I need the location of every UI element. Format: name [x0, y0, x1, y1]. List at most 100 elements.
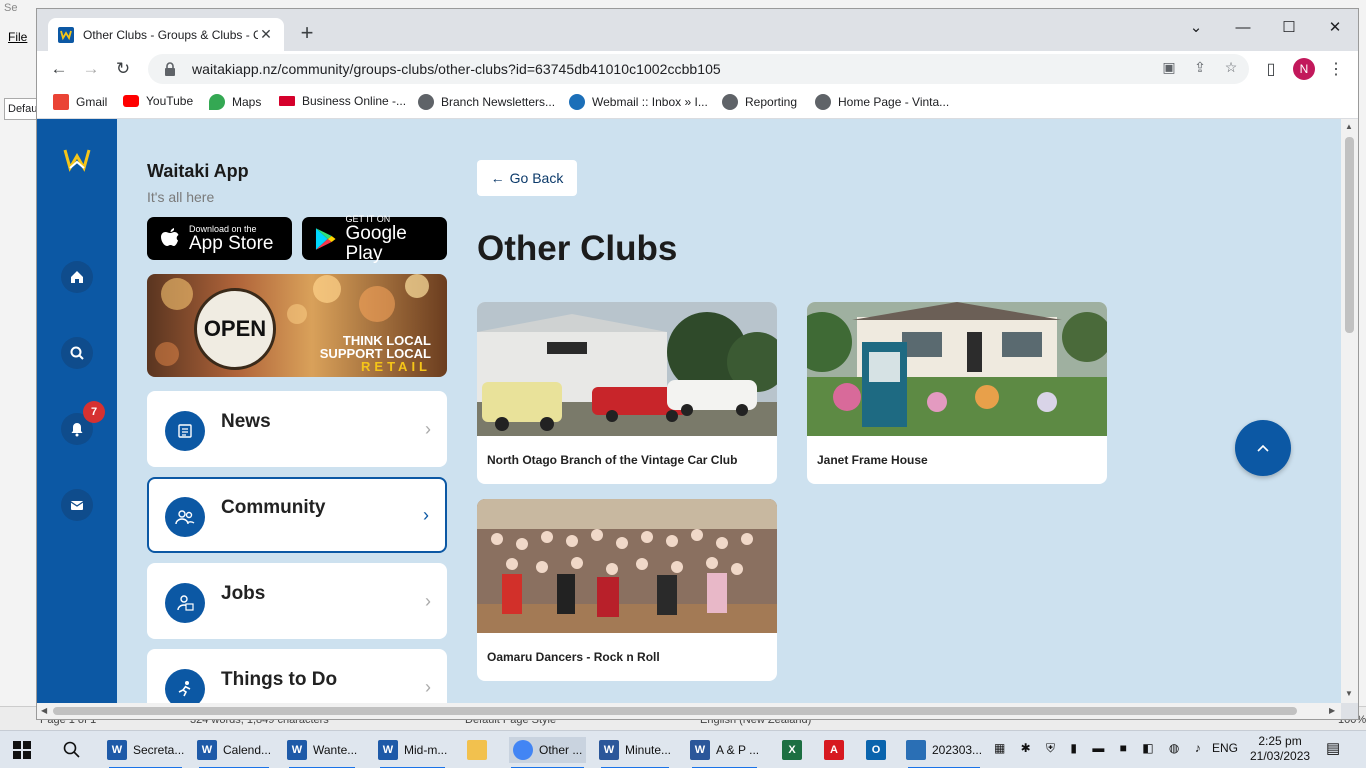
globe-icon: [418, 94, 434, 110]
vintage-cars-image: [477, 302, 777, 436]
club-card[interactable]: North Otago Branch of the Vintage Car Cl…: [477, 302, 777, 484]
share-icon[interactable]: ⇪: [1191, 58, 1209, 76]
chrome-menu-icon[interactable]: ⋮: [1326, 60, 1346, 80]
waitaki-logo-icon[interactable]: [63, 146, 91, 172]
clock-time: 2:25 pm: [1258, 734, 1302, 748]
bookmark-label: Reporting: [745, 95, 798, 109]
background-style-box[interactable]: Defau: [4, 98, 38, 120]
home-icon[interactable]: [61, 261, 93, 293]
bookmark-business-online[interactable]: Business Online -...: [279, 94, 406, 108]
windows-taskbar: W Secreta... W Calend... W Wante... W Mid-m.…: [0, 730, 1366, 768]
taskbar-item[interactable]: W Mid-m...: [378, 737, 447, 768]
notification-center-icon[interactable]: ▤: [1326, 739, 1340, 757]
taskbar-label: A & P ...: [716, 743, 760, 757]
vertical-scroll-thumb[interactable]: [1345, 137, 1354, 333]
minimize-icon[interactable]: —: [1228, 15, 1258, 41]
go-back-label: Go Back: [509, 170, 564, 186]
taskbar-item[interactable]: W A & P ...: [690, 737, 760, 768]
new-tab-icon[interactable]: +: [296, 22, 318, 44]
blocked-popup-icon[interactable]: ▣: [1160, 58, 1178, 76]
profile-avatar[interactable]: N: [1293, 58, 1315, 80]
bookmarks-bar: Gmail YouTube Maps Business Online -... …: [37, 87, 1358, 119]
taskbar-label: Wante...: [313, 743, 358, 757]
jobs-icon: [165, 583, 205, 623]
youtube-icon: [123, 95, 139, 107]
scroll-right-icon[interactable]: ▶: [1329, 706, 1335, 715]
taskbar-search-icon[interactable]: [62, 737, 82, 763]
background-window-title: Se: [4, 2, 18, 14]
taskbar-item[interactable]: W Secreta...: [107, 737, 184, 768]
club-name: Oamaru Dancers - Rock n Roll: [487, 650, 660, 664]
appstore-small-text: Download on the: [189, 223, 257, 234]
browser-toolbar: ← → ↻ waitakiapp.nz/community/groups-clu…: [37, 51, 1358, 87]
taskbar-excel[interactable]: X: [782, 737, 808, 763]
bookmark-branch-newsletters[interactable]: Branch Newsletters...: [418, 94, 555, 110]
scroll-to-top-button[interactable]: [1235, 420, 1291, 476]
menu-label: News: [221, 411, 271, 432]
back-icon[interactable]: ←: [47, 57, 71, 81]
tab-close-icon[interactable]: ✕: [258, 26, 274, 43]
taskbar-item[interactable]: W Minute...: [599, 737, 671, 768]
promo-banner[interactable]: OPEN THINK LOCAL SUPPORT LOCAL RETAIL: [147, 274, 447, 377]
promo-text: THINK LOCAL SUPPORT LOCAL RETAIL: [293, 334, 431, 373]
search-icon[interactable]: [61, 337, 93, 369]
bookmark-label: Webmail :: Inbox » I...: [592, 95, 708, 109]
bookmark-label: YouTube: [146, 94, 194, 108]
menu-item-news[interactable]: News ›: [147, 391, 447, 467]
bookmark-maps[interactable]: Maps: [209, 94, 261, 110]
go-back-button[interactable]: ← Go Back: [477, 160, 577, 196]
scroll-down-icon[interactable]: ▼: [1345, 689, 1353, 698]
taskbar-clock[interactable]: 2:25 pm 21/03/2023: [1250, 734, 1310, 764]
app-store-button[interactable]: Download on the App Store: [147, 217, 292, 260]
chevron-up-icon: [1257, 444, 1269, 452]
menu-item-community[interactable]: Community ›: [147, 477, 447, 553]
club-card[interactable]: Oamaru Dancers - Rock n Roll: [477, 499, 777, 681]
westpac-icon: [279, 96, 295, 106]
taskbar-photos[interactable]: 202303...: [906, 737, 983, 768]
lock-icon[interactable]: [162, 61, 178, 77]
bookmark-star-icon[interactable]: ☆: [1222, 58, 1240, 76]
close-window-icon[interactable]: ✕: [1320, 15, 1350, 41]
club-card[interactable]: Janet Frame House: [807, 302, 1107, 484]
reload-icon[interactable]: ↻: [111, 57, 135, 81]
menu-item-jobs[interactable]: Jobs ›: [147, 563, 447, 639]
mail-icon[interactable]: [61, 489, 93, 521]
bookmark-reporting[interactable]: Reporting: [722, 94, 797, 110]
menu-item-things-to-do[interactable]: Things to Do ›: [147, 649, 447, 703]
chevron-right-icon: ›: [425, 677, 431, 697]
taskbar-acrobat[interactable]: A: [824, 737, 850, 763]
bookmark-youtube[interactable]: YouTube: [123, 94, 193, 108]
taskbar-item[interactable]: W Wante...: [287, 737, 358, 768]
side-panel-icon[interactable]: ▯: [1261, 60, 1281, 80]
forward-icon[interactable]: →: [79, 57, 103, 81]
page-viewport: 7 Waitaki App It's all here Download on …: [37, 119, 1341, 703]
google-play-button[interactable]: GET IT ON Google Play: [302, 214, 447, 263]
background-menu-file[interactable]: File: [8, 30, 27, 44]
maximize-icon[interactable]: ☐: [1274, 15, 1304, 41]
bookmark-label: Gmail: [76, 95, 108, 109]
vertical-scrollbar[interactable]: ▲ ▼: [1341, 119, 1358, 703]
taskbar-outlook[interactable]: O: [866, 737, 892, 763]
taskbar-file-explorer[interactable]: [467, 737, 493, 763]
taskbar-item-chrome[interactable]: Other ...: [509, 737, 587, 768]
gmail-icon: [53, 94, 69, 110]
taskbar-item[interactable]: W Calend...: [197, 737, 271, 768]
horizontal-scroll-thumb[interactable]: [53, 707, 1297, 715]
tab-search-icon[interactable]: ⌄: [1181, 15, 1211, 41]
bookmark-gmail[interactable]: Gmail: [53, 94, 107, 110]
tab-title: Other Clubs - Groups & Clubs - C: [83, 27, 258, 42]
bookmark-home-page[interactable]: Home Page - Vinta...: [815, 94, 949, 110]
scroll-up-icon[interactable]: ▲: [1345, 122, 1353, 131]
start-button[interactable]: [12, 737, 32, 763]
bookmark-webmail[interactable]: Webmail :: Inbox » I...: [569, 94, 708, 110]
tab-other-clubs[interactable]: Other Clubs - Groups & Clubs - C ✕: [48, 18, 284, 51]
windows-logo-icon: [13, 741, 31, 759]
address-bar[interactable]: waitakiapp.nz/community/groups-clubs/oth…: [148, 54, 1249, 84]
system-tray-icons[interactable]: ▦ ✱ ⛨ ▮ ▬ ■ ◧ ◍ ♪: [994, 741, 1207, 756]
writer-icon: W: [197, 740, 217, 760]
taskbar-label: 202303...: [932, 743, 983, 757]
scroll-left-icon[interactable]: ◀: [41, 706, 47, 715]
horizontal-scrollbar[interactable]: ◀ ▶: [37, 703, 1341, 719]
bookmark-label: Maps: [232, 95, 262, 109]
language-indicator[interactable]: ENG: [1212, 741, 1238, 755]
